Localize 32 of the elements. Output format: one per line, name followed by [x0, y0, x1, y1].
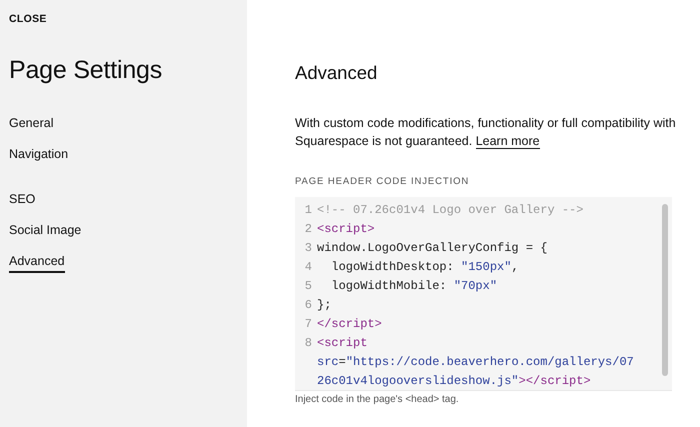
notice-text: With custom code modifications, functionality or full compatibility with Squarespace is not guaranteed. Learn more	[295, 115, 677, 150]
code-line: </script>	[317, 316, 382, 333]
code-line: <!-- 07.26c01v4 Logo over Gallery -->	[317, 202, 584, 219]
sidebar-item[interactable]: SEO	[9, 191, 36, 211]
line-number: 2	[304, 221, 313, 238]
code-editor[interactable]	[295, 197, 672, 391]
scrollbar-thumb[interactable]	[662, 204, 668, 376]
code-line: <script>	[317, 221, 375, 238]
sidebar-item[interactable]: Navigation	[9, 146, 68, 166]
code-line: logoWidthMobile: "70px"	[330, 278, 498, 295]
line-number: 7	[304, 316, 313, 333]
line-number: 5	[304, 278, 313, 295]
code-line: };	[317, 297, 332, 314]
line-number: 3	[304, 240, 313, 257]
sidebar-item[interactable]: Social Image	[9, 222, 82, 242]
close-button[interactable]: CLOSE	[9, 13, 47, 25]
line-number: 6	[304, 297, 313, 314]
code-line: window.LogoOverGalleryConfig = {	[317, 240, 548, 257]
page-title: Page Settings	[9, 56, 164, 85]
line-number: 1	[304, 202, 313, 219]
code-line: src="https://code.beaverhero.com/gallerys/07	[317, 354, 634, 371]
field-label: PAGE HEADER CODE INJECTION	[295, 176, 470, 187]
sidebar-item[interactable]: General	[9, 115, 54, 135]
code-line: <script	[317, 335, 368, 352]
code-line: logoWidthDesktop: "150px",	[330, 259, 519, 276]
code-line: 26c01v4logooverslideshow.js"></script>	[317, 373, 591, 390]
field-hint: Inject code in the page's <head> tag.	[295, 394, 460, 405]
section-title: Advanced	[295, 62, 378, 84]
learn-more-link[interactable]: Learn more	[476, 134, 540, 149]
line-number: 4	[304, 259, 313, 276]
sidebar-item[interactable]: Advanced	[9, 253, 65, 273]
line-number: 8	[304, 335, 313, 352]
